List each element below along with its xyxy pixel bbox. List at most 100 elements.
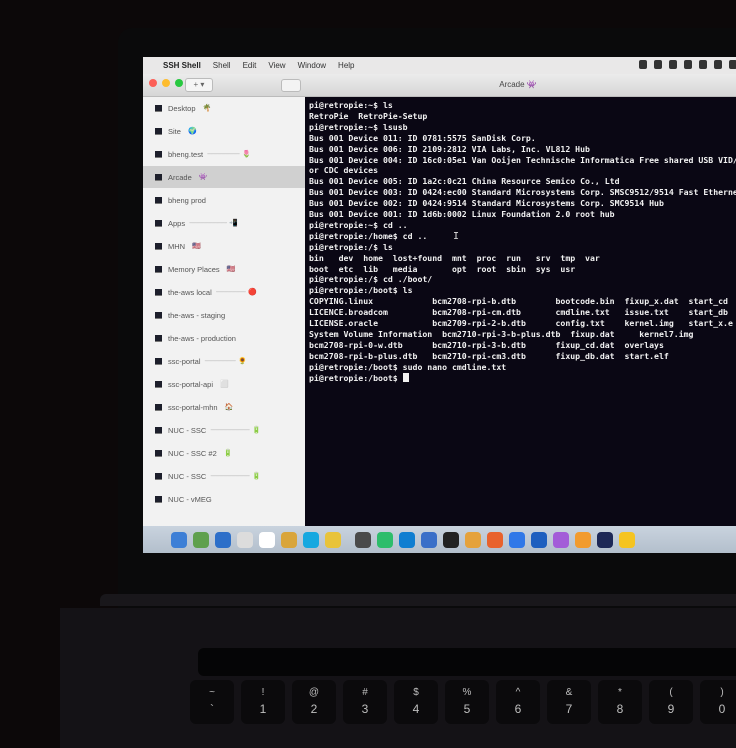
status-icon[interactable] — [699, 60, 707, 69]
status-icon[interactable] — [714, 60, 722, 69]
dock-app-icon[interactable] — [355, 531, 371, 548]
keyboard-key[interactable]: $4 — [394, 680, 438, 724]
keyboard-key[interactable]: & 7 — [547, 680, 591, 724]
sidebar-host-item[interactable]: bheng.test ------------------------ 🌷 — [143, 143, 305, 165]
menu-app-name[interactable]: SSH Shell — [163, 61, 201, 70]
terminal-line: pi@retropie:~$ lsusb — [309, 121, 408, 132]
dock-app-icon[interactable] — [487, 531, 503, 548]
dock-app-icon[interactable] — [377, 531, 393, 548]
sidebar-host-emoji: 🇺🇸 — [192, 243, 201, 250]
key-shift-symbol: % — [462, 687, 472, 698]
keyboard-key[interactable]: ) 0 — [700, 680, 736, 724]
dock-app-icon[interactable] — [597, 531, 613, 548]
dock-app-icon[interactable] — [215, 531, 231, 548]
sidebar-host-separator: ----------------------- — [204, 357, 237, 365]
key-shift-symbol: @ — [308, 687, 320, 698]
dock-app-icon[interactable] — [259, 531, 275, 548]
sidebar-host-item[interactable]: NUC - SSC ----------------------------- 🔋 — [143, 419, 305, 441]
sidebar-host-item[interactable]: ssc-portal ----------------------- 🌻 — [143, 350, 305, 372]
sidebar-host-item[interactable]: Apps ---------------------------- 📲 — [143, 212, 305, 234]
sidebar-host-label: the-aws - production — [168, 333, 236, 343]
dock-app-icon[interactable] — [281, 531, 297, 548]
sidebar-host-item[interactable]: NUC - vMEG — [143, 488, 305, 510]
keyboard-key[interactable]: @2 — [292, 680, 336, 724]
add-host-button[interactable]: + ▾ — [185, 78, 213, 92]
sidebar-host-emoji: 🏠 — [224, 404, 234, 411]
keyboard-key[interactable]: ~ ` — [190, 680, 234, 724]
sidebar-host-item[interactable]: MHN 🇺🇸 — [143, 235, 305, 257]
terminal-line: bin dev home lost+found mnt proc run srv… — [309, 252, 600, 263]
sidebar-host-item[interactable]: ssc-portal-mhn 🏠 — [143, 396, 305, 418]
dock-app-icon[interactable] — [443, 531, 459, 548]
dock-app-icon[interactable] — [619, 531, 635, 548]
keyboard-key[interactable]: ! 1 — [241, 680, 285, 724]
sidebar-host-item[interactable]: Arcade 👾 — [143, 166, 305, 188]
monitor-icon — [155, 472, 162, 480]
monitor-icon — [155, 403, 162, 411]
keyboard-key[interactable]: % 5 — [445, 680, 489, 724]
menu-view[interactable]: View — [268, 61, 285, 70]
sidebar-host-emoji: 👾 — [198, 174, 208, 181]
sidebar-host-item[interactable]: the-aws local ---------------------- 🔴 — [143, 281, 305, 303]
minimize-button[interactable] — [162, 79, 170, 87]
sidebar-host-label: the-aws - staging — [168, 310, 226, 320]
dock-app-icon[interactable] — [575, 531, 591, 548]
dock-app-icon[interactable] — [237, 531, 253, 548]
sidebar-host-item[interactable]: the-aws - production — [143, 327, 305, 349]
zoom-button[interactable] — [175, 79, 183, 87]
dock-app-icon[interactable] — [303, 531, 319, 548]
menu-edit[interactable]: Edit — [243, 61, 257, 70]
keyboard-key[interactable]: #3 — [343, 680, 387, 724]
sidebar-host-item[interactable]: NUC - SSC ----------------------------- 🔋 — [143, 465, 305, 487]
terminal-line: Bus 001 Device 001: ID 1d6b:0002 Linux F… — [309, 209, 615, 219]
key-symbol: 7 — [565, 702, 573, 716]
dock-app-icon[interactable] — [531, 531, 547, 548]
sidebar-host-item[interactable]: the-aws - staging — [143, 304, 305, 326]
sidebar-toggle-button[interactable] — [281, 79, 301, 92]
ibeam-cursor-icon: I — [453, 231, 460, 242]
sidebar-host-label: ssc-portal-mhn — [168, 402, 218, 412]
monitor-icon — [155, 104, 162, 112]
sidebar-host-emoji: 🇺🇸 — [226, 266, 236, 273]
dock-app-icon[interactable] — [399, 531, 415, 548]
key-symbol: ` — [210, 702, 214, 716]
dock-app-icon[interactable] — [465, 531, 481, 548]
dock-app-icon[interactable] — [171, 531, 187, 548]
touch-bar — [198, 648, 736, 676]
keyboard-key[interactable]: (9 — [649, 680, 693, 724]
monitor-icon — [155, 288, 162, 296]
key-shift-symbol: # — [362, 687, 368, 698]
key-shift-symbol: ( — [669, 687, 673, 698]
menu-window[interactable]: Window — [298, 61, 326, 70]
terminal-line: pi@retropie:/boot$ ls — [309, 285, 413, 296]
terminal-line: pi@retropie:/boot$ sudo nano cmdline.txt — [309, 361, 507, 372]
sidebar-host-item[interactable]: ssc-portal-api ⬜ — [143, 373, 305, 395]
dock-app-icon[interactable] — [421, 531, 437, 548]
dock-app-icon[interactable] — [193, 531, 209, 548]
sidebar-host-emoji: 🌴 — [202, 105, 212, 112]
status-icon[interactable] — [729, 60, 736, 69]
dock-app-icon[interactable] — [325, 531, 341, 548]
sidebar-host-item[interactable]: Desktop 🌴 — [143, 97, 305, 119]
sidebar-host-emoji: 🌻 — [238, 358, 247, 365]
terminal-pane[interactable]: I pi@retropie:~$ ls RetroPie RetroPie-Set… — [305, 97, 736, 526]
sidebar-host-item[interactable]: bheng prod — [143, 189, 305, 211]
sidebar-host-item[interactable]: NUC - SSC #2 🔋 — [143, 442, 305, 464]
status-icon[interactable] — [669, 60, 677, 69]
monitor-icon — [155, 495, 162, 503]
menu-help[interactable]: Help — [338, 61, 354, 70]
sidebar-host-item[interactable]: Site 🌍 — [143, 120, 305, 142]
dock-app-icon[interactable] — [553, 531, 569, 548]
status-icon[interactable] — [684, 60, 692, 69]
sidebar-host-emoji: 🔴 — [248, 289, 257, 296]
laptop-hinge — [100, 594, 736, 606]
keyboard-key[interactable]: ^ 6 — [496, 680, 540, 724]
sidebar-host-label: bheng.test — [168, 149, 204, 159]
menu-shell[interactable]: Shell — [213, 61, 231, 70]
close-button[interactable] — [149, 79, 157, 87]
status-icon[interactable] — [639, 60, 647, 69]
keyboard-key[interactable]: * 8 — [598, 680, 642, 724]
dock-app-icon[interactable] — [509, 531, 525, 548]
sidebar-host-item[interactable]: Memory Places 🇺🇸 — [143, 258, 305, 280]
status-icon[interactable] — [654, 60, 662, 69]
